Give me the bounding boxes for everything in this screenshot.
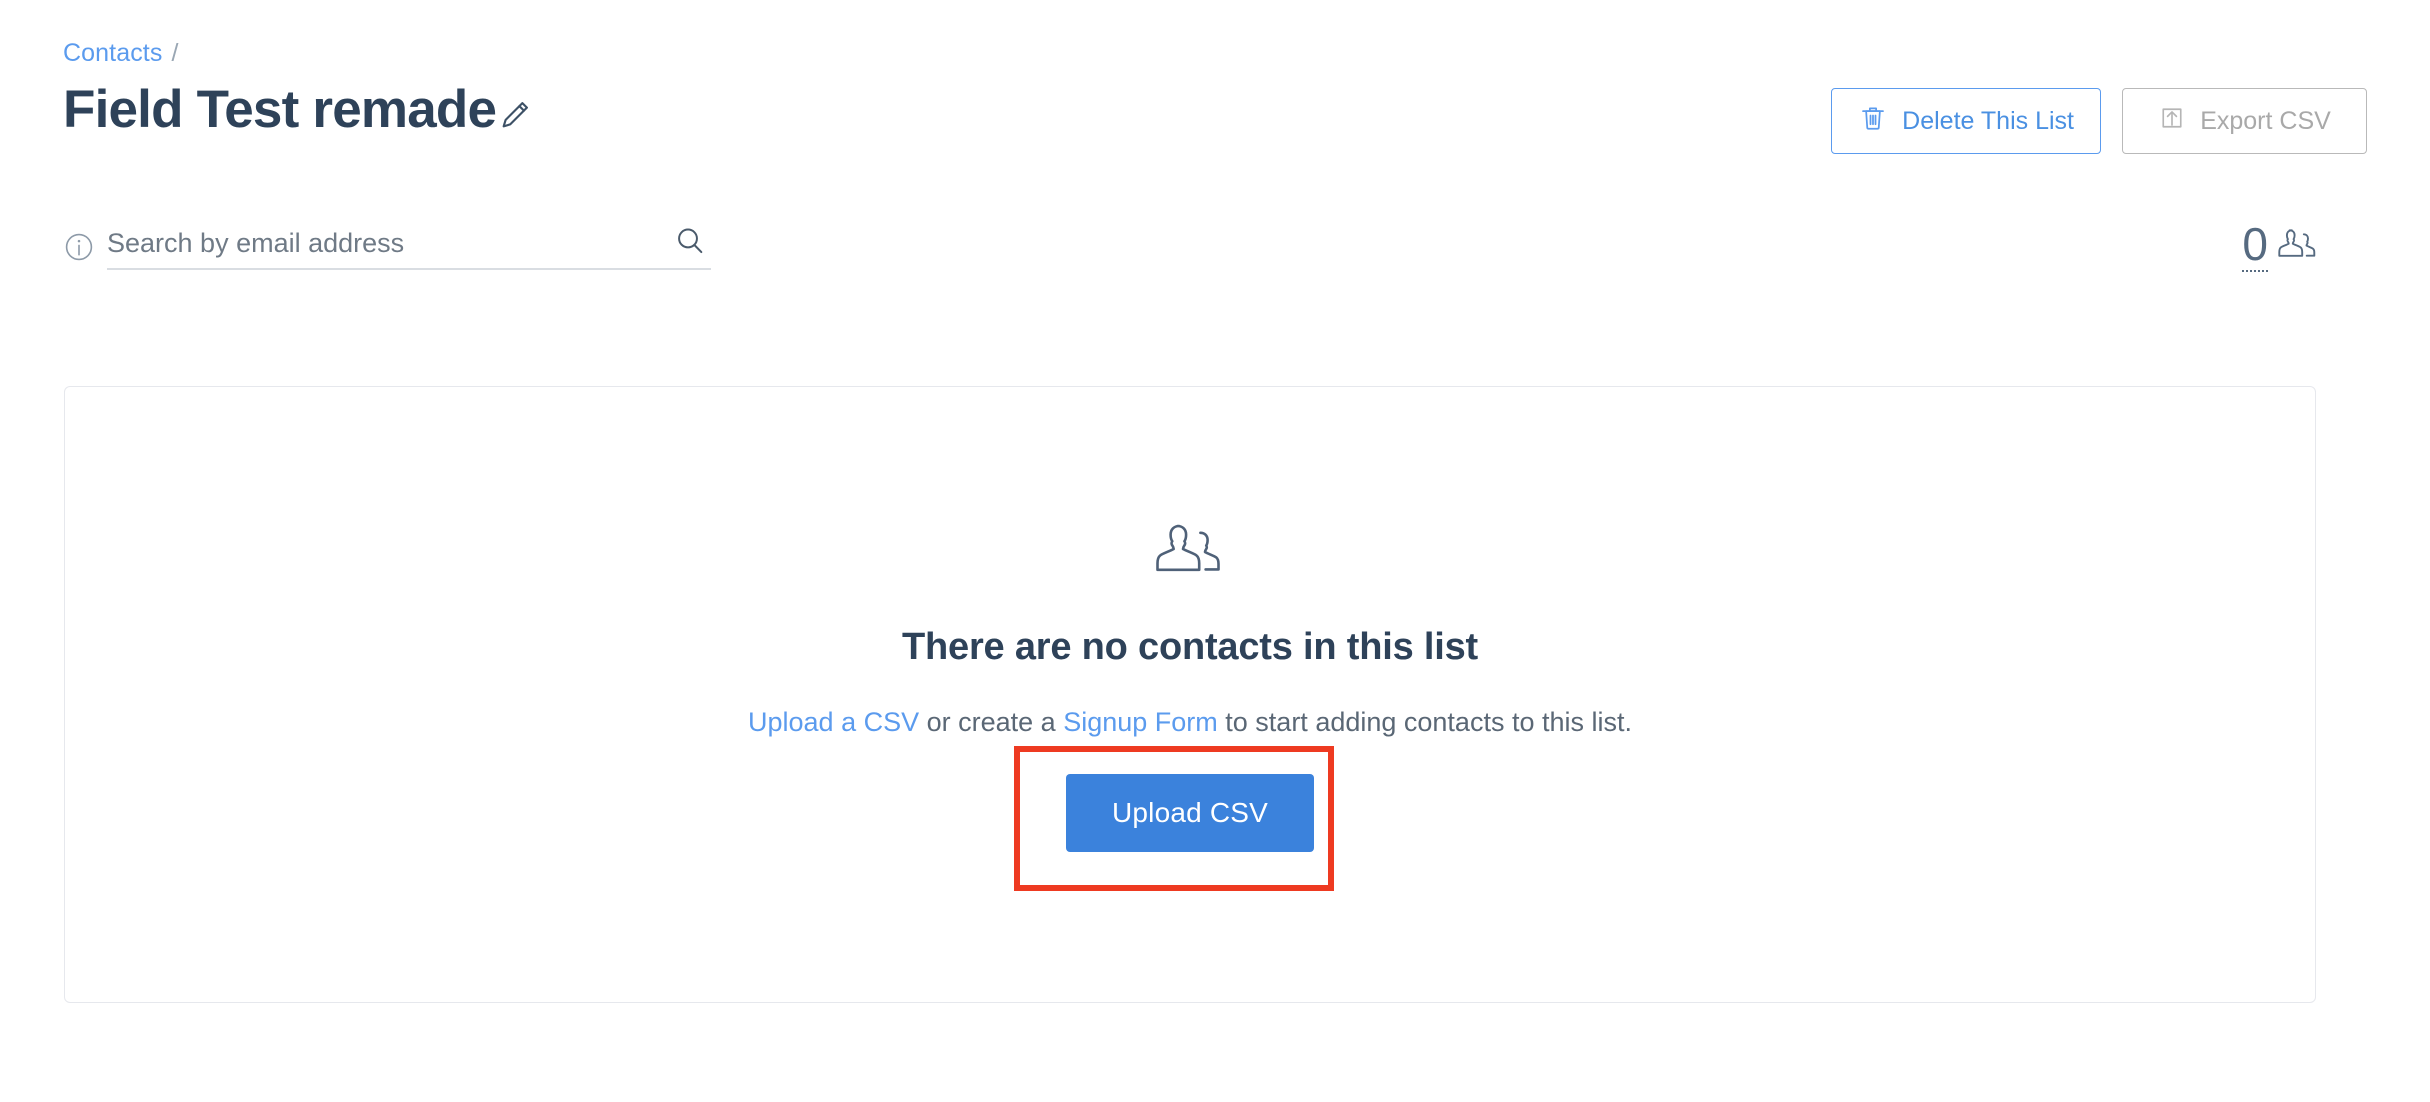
info-circle-icon[interactable]	[63, 231, 95, 268]
upload-a-csv-link[interactable]: Upload a CSV	[748, 707, 919, 737]
contacts-list-page: Contacts / Field Test remade Delete This…	[0, 0, 2430, 1102]
delete-this-list-button[interactable]: Delete This List	[1831, 88, 2101, 154]
breadcrumb: Contacts /	[63, 38, 2318, 68]
upload-csv-button[interactable]: Upload CSV	[1065, 773, 1315, 852]
empty-state-description: Upload a CSV or create a Signup Form to …	[65, 707, 2315, 738]
upload-box-icon	[2158, 104, 2186, 139]
trash-icon	[1858, 103, 1888, 140]
search-input[interactable]	[107, 228, 711, 259]
empty-state-title: There are no contacts in this list	[901, 625, 1478, 668]
contact-count-value: 0	[2242, 218, 2268, 272]
page-title: Field Test remade	[63, 80, 497, 139]
contacts-empty-panel: There are no contacts in this list Uploa…	[64, 386, 2316, 1003]
pencil-icon[interactable]	[498, 98, 532, 132]
empty-state: There are no contacts in this list Uploa…	[65, 520, 2315, 891]
search-icon[interactable]	[673, 224, 707, 258]
people-outline-icon	[65, 520, 2315, 584]
delete-this-list-label: Delete This List	[1902, 106, 2074, 135]
desc-text-1: or create a	[919, 706, 1064, 737]
search-area	[63, 228, 711, 270]
export-csv-button[interactable]: Export CSV	[2122, 88, 2367, 154]
export-csv-label: Export CSV	[2200, 106, 2331, 135]
breadcrumb-item-contacts[interactable]: Contacts	[63, 39, 162, 67]
search-row: 0	[63, 220, 2318, 272]
desc-text-2: to start adding contacts to this list.	[1217, 706, 1632, 737]
header-actions: Delete This List Export CSV	[1831, 88, 2367, 154]
signup-form-link[interactable]: Signup Form	[1063, 707, 1218, 737]
contact-count: 0	[2242, 220, 2318, 272]
breadcrumb-separator: /	[171, 39, 179, 67]
people-icon	[2276, 226, 2318, 264]
upload-csv-container: Upload CSV	[1013, 745, 1334, 891]
search-field	[107, 228, 711, 270]
